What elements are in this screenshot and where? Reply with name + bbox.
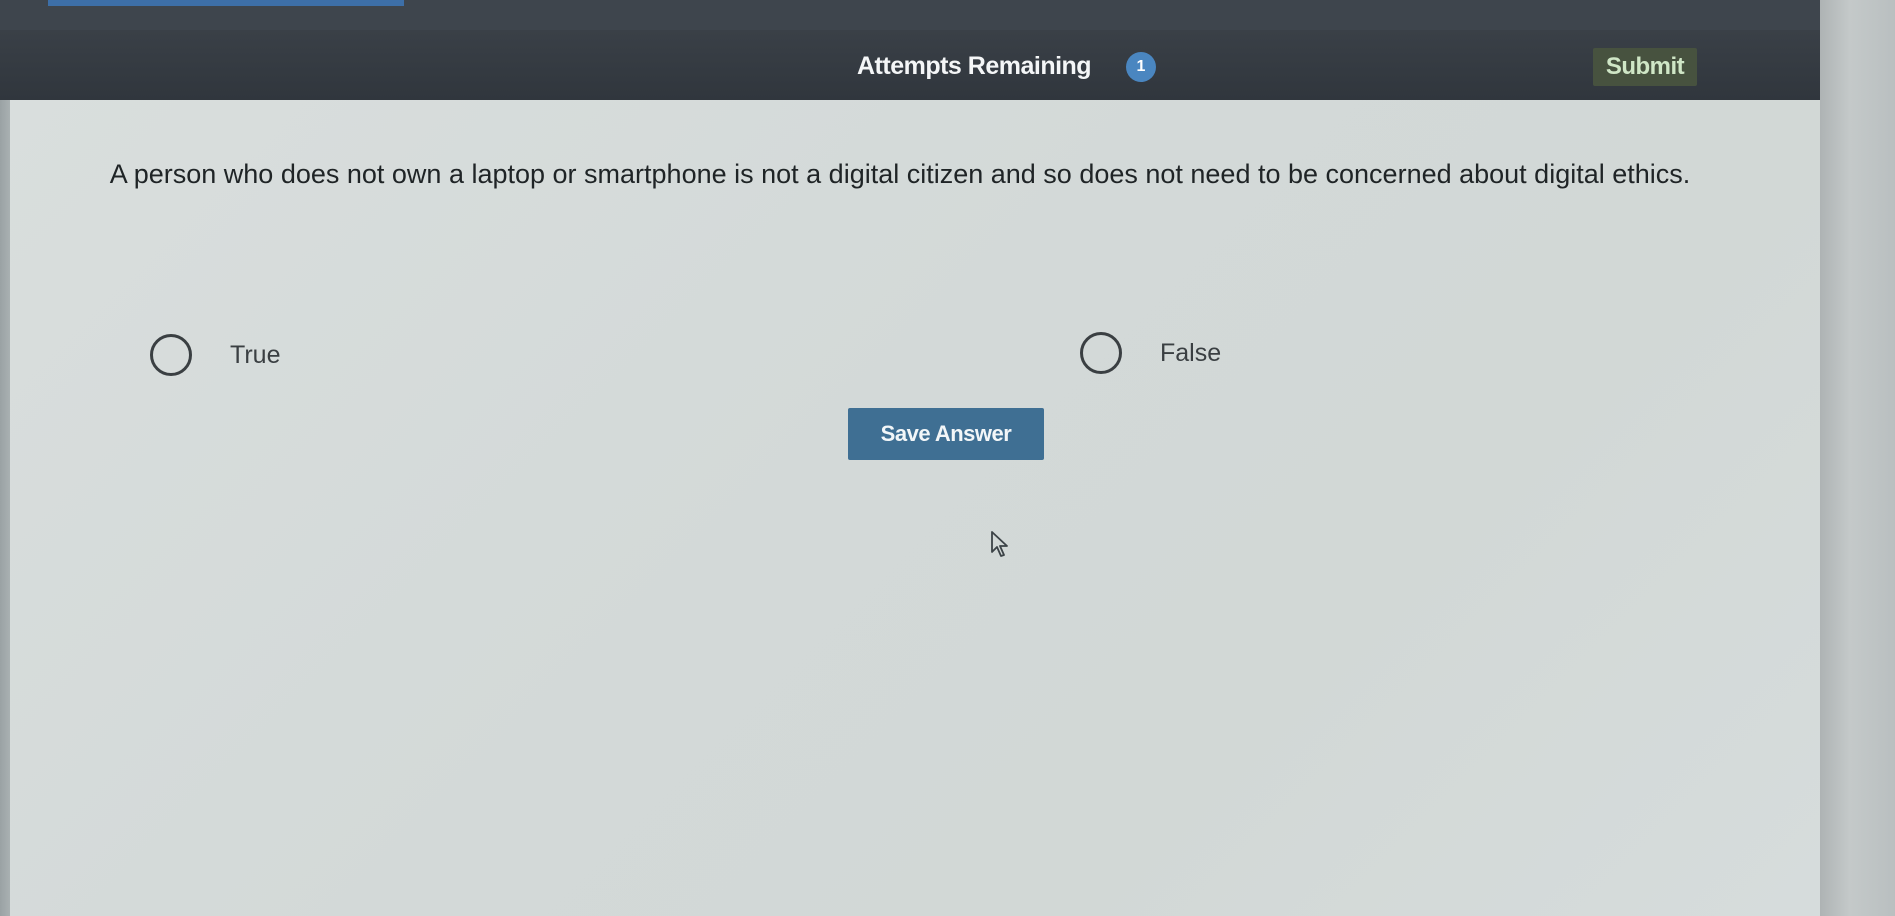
question-text: A person who does not own a laptop or sm… (109, 159, 1691, 189)
attempts-remaining-label: Attempts Remaining (857, 52, 1092, 80)
radio-unchecked-icon[interactable] (150, 334, 192, 376)
mouse-pointer-icon (991, 531, 1008, 557)
submit-button[interactable]: Submit (1593, 48, 1697, 86)
option-true-label[interactable]: True (230, 341, 280, 370)
question-panel: A person who does not own a laptop or sm… (10, 100, 1820, 916)
screen: Attempts Remaining 1 Submit A person who… (0, 0, 1895, 916)
top-tab-indicator (48, 0, 404, 6)
option-false-label[interactable]: False (1160, 339, 1221, 368)
screen-edge (1820, 0, 1895, 916)
save-answer-button[interactable]: Save Answer (848, 408, 1044, 460)
radio-unchecked-icon[interactable] (1080, 332, 1122, 374)
top-strip (0, 0, 1820, 30)
option-true[interactable]: True (150, 334, 280, 376)
option-false[interactable]: False (1080, 332, 1221, 374)
quiz-header-bar: Attempts Remaining 1 Submit (0, 30, 1820, 100)
attempts-count-badge: 1 (1126, 52, 1156, 82)
